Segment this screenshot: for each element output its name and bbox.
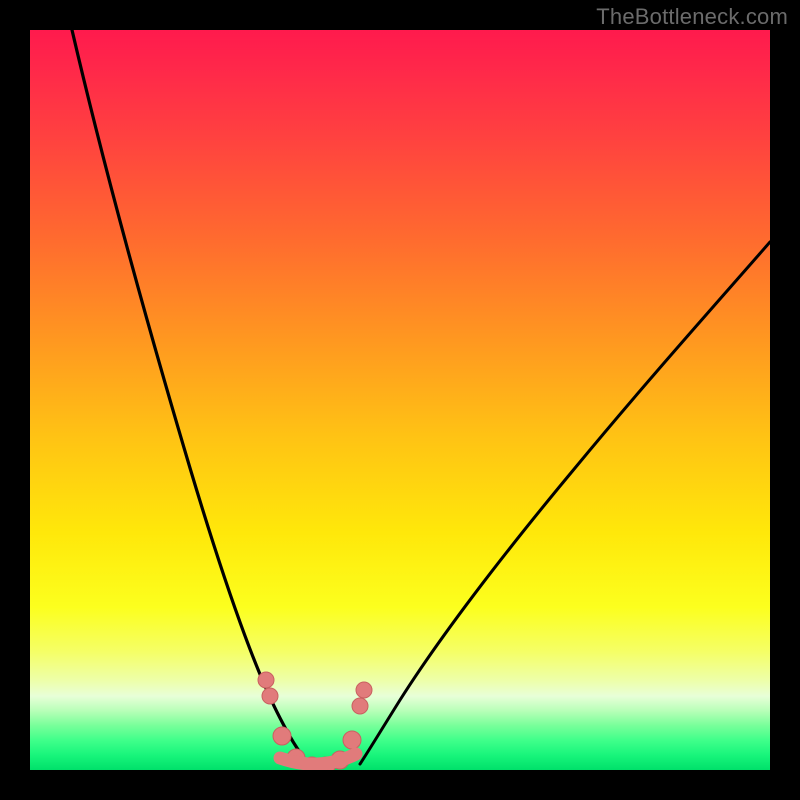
chart-frame: TheBottleneck.com <box>0 0 800 800</box>
curve-layer <box>30 30 770 770</box>
right-branch-curve <box>360 242 770 764</box>
watermark-text: TheBottleneck.com <box>596 4 788 30</box>
bottom-ridge-line <box>280 754 356 764</box>
plot-area <box>30 30 770 770</box>
left-branch-curve <box>72 30 308 764</box>
